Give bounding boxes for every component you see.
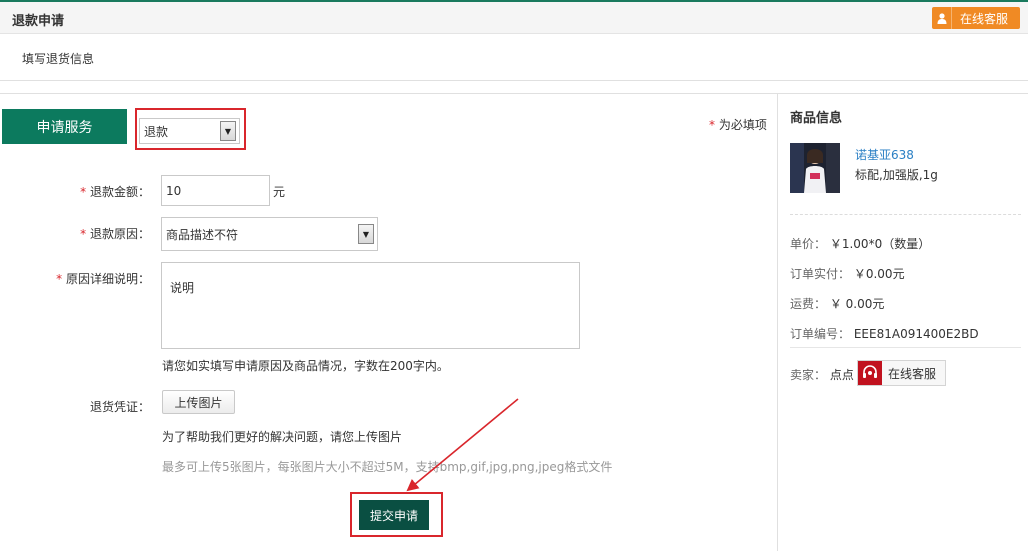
refund-form: 申请服务 退款 ▼ * 为必填项 * 退款金额： 10 元 * 退款原因： 商品…: [0, 94, 778, 551]
page-title: 退款申请: [12, 14, 65, 29]
online-service-button[interactable]: 在线客服: [932, 7, 1020, 29]
shipping-fee-row: 运费： ￥ 0.00元: [790, 297, 885, 311]
seller-online-service-button[interactable]: 在线客服: [857, 360, 946, 386]
product-thumbnail[interactable]: [790, 143, 840, 193]
amount-unit: 元: [273, 185, 286, 199]
service-type-select[interactable]: 退款 ▼: [139, 118, 240, 144]
sub-header: 填写退货信息: [0, 34, 1028, 81]
dropdown-arrow-icon: ▼: [220, 121, 236, 141]
online-service-label: 在线客服: [960, 11, 1009, 26]
product-info-panel: 商品信息 诺基亚638 标配,加强版,1g 单价： ￥1.00*0（数量） 订单…: [779, 94, 1028, 551]
divider: [790, 347, 1021, 348]
step-title: 填写退货信息: [22, 52, 95, 66]
main-content: 申请服务 退款 ▼ * 为必填项 * 退款金额： 10 元 * 退款原因： 商品…: [0, 93, 1028, 551]
refund-reason-label: * 退款原因：: [80, 227, 150, 241]
service-type-value: 退款: [144, 124, 169, 139]
product-info-title: 商品信息: [790, 111, 843, 126]
seller-online-service-label: 在线客服: [888, 366, 937, 381]
unit-price-row: 单价： ￥1.00*0（数量）: [790, 237, 931, 251]
top-header: 退款申请 在线客服: [0, 0, 1028, 34]
submit-button[interactable]: 提交申请: [359, 500, 429, 530]
refund-reason-select[interactable]: 商品描述不符 ▼: [161, 217, 378, 251]
refund-reason-value: 商品描述不符: [166, 227, 239, 242]
divider: [790, 214, 1021, 215]
reason-detail-textarea[interactable]: 说明: [161, 262, 580, 349]
product-spec: 标配,加强版,1g: [855, 168, 938, 182]
required-note: * 为必填项: [709, 118, 767, 132]
paid-amount-row: 订单实付： ￥0.00元: [790, 267, 905, 281]
refund-amount-label: * 退款金额：: [80, 185, 150, 199]
order-number-row: 订单编号： EEE81A091400E2BD: [790, 327, 979, 341]
upload-image-button[interactable]: 上传图片: [162, 390, 235, 414]
detail-hint: 请您如实填写申请原因及商品情况，字数在200字内。: [162, 359, 449, 373]
reason-detail-label: * 原因详细说明：: [56, 272, 150, 286]
seller-row: 卖家： 点点: [790, 368, 854, 382]
upload-limit-note: 最多可上传5张图片，每张图片大小不超过5M，支持bmp,gif,jpg,png,…: [162, 460, 613, 474]
headset-icon: [858, 361, 882, 385]
dropdown-arrow-icon: ▼: [358, 224, 374, 244]
proof-label: 退货凭证：: [89, 400, 150, 414]
product-name-link[interactable]: 诺基亚638: [855, 146, 914, 163]
tab-apply-service[interactable]: 申请服务: [2, 109, 127, 144]
person-icon: [932, 7, 952, 29]
upload-hint: 为了帮助我们更好的解决问题，请您上传图片: [162, 430, 403, 444]
refund-amount-input[interactable]: 10: [161, 175, 270, 206]
